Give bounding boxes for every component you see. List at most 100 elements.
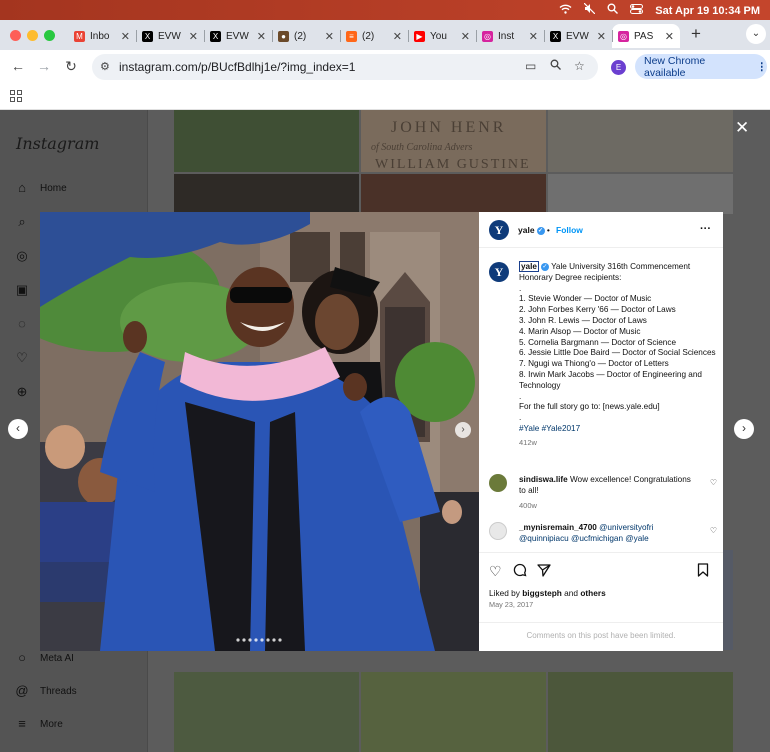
browser-tab[interactable]: ▶ You ✕ — [408, 24, 476, 48]
back-button[interactable]: ← — [9, 58, 27, 74]
macos-menubar: Sat Apr 19 10:34 PM — [0, 0, 770, 20]
grid-thumbnail[interactable]: JOHN HENR of South Carolina Advers WILLIAM… — [361, 110, 546, 172]
tab-search-button[interactable]: ⌄ — [746, 24, 766, 44]
next-post-arrow-icon[interactable]: › — [734, 419, 754, 439]
close-window-button[interactable] — [10, 30, 21, 41]
instagram-icon: ◎ — [482, 30, 493, 42]
new-tab-button[interactable]: + — [686, 24, 706, 44]
site-icon: ● — [278, 30, 289, 42]
like-comment-heart-icon[interactable]: ♡ — [710, 525, 717, 536]
close-tab-icon[interactable]: ✕ — [665, 30, 674, 43]
sidebar-item-meta-ai[interactable]: ○ Meta AI — [14, 650, 74, 666]
install-app-icon[interactable]: ▭ — [525, 59, 536, 73]
post-photo[interactable]: › — [40, 212, 479, 651]
close-tab-icon[interactable]: ✕ — [529, 30, 538, 43]
grid-thumbnail[interactable] — [548, 672, 733, 752]
like-comment-heart-icon[interactable]: ♡ — [710, 477, 717, 488]
sidebar-item-threads[interactable]: @ Threads — [14, 683, 76, 699]
caption-avatar[interactable]: Y — [489, 262, 509, 282]
tab-title: Inst — [498, 30, 515, 42]
close-tab-icon[interactable]: ✕ — [393, 30, 402, 43]
grid-thumbnail[interactable] — [174, 174, 359, 214]
comment-username[interactable]: sindiswa.life — [519, 475, 568, 484]
previous-post-arrow-icon[interactable]: ‹ — [8, 419, 28, 439]
sidebar-item-search[interactable]: ⌕ — [14, 214, 40, 230]
update-chrome-label: New Chrome available — [644, 54, 706, 79]
browser-tab[interactable]: ◎ PAS ✕ — [612, 24, 680, 48]
spotlight-search-icon[interactable] — [607, 3, 619, 18]
commenter-avatar[interactable] — [489, 474, 507, 492]
comment-username[interactable]: _mynisremain_4700 — [519, 523, 597, 532]
separator-dot: • — [546, 225, 550, 235]
close-tab-icon[interactable]: ✕ — [189, 30, 198, 43]
grid-thumbnail[interactable] — [174, 110, 359, 172]
grid-thumbnail[interactable] — [361, 672, 546, 752]
instagram-logo[interactable]: Instagram — [16, 134, 99, 153]
liked-by-user[interactable]: biggsteph — [522, 588, 562, 598]
grid-thumbnail[interactable] — [174, 672, 359, 752]
commenter-avatar[interactable] — [489, 522, 507, 540]
browser-tab[interactable]: X EVW ✕ — [204, 24, 272, 48]
sidebar-item-more[interactable]: ≡ More — [14, 716, 63, 732]
account-avatar[interactable]: Y — [489, 220, 509, 240]
caption-username[interactable]: yale — [519, 261, 539, 272]
sidebar-item-reels[interactable]: ▣ — [14, 282, 40, 298]
save-bookmark-icon[interactable] — [697, 563, 709, 580]
caption-line: . — [519, 413, 522, 423]
tab-title: Inbo — [90, 30, 110, 42]
grid-thumbnail[interactable] — [548, 174, 733, 214]
menubar-clock[interactable]: Sat Apr 19 10:34 PM — [655, 5, 760, 17]
close-tab-icon[interactable]: ✕ — [461, 30, 470, 43]
carousel-next-arrow-icon[interactable]: › — [455, 422, 471, 438]
zoom-window-button[interactable] — [44, 30, 55, 41]
browser-tab[interactable]: X EVW ✕ — [544, 24, 612, 48]
url-text[interactable]: instagram.com/p/BUcfBdlhj1e/?img_index=1 — [119, 60, 355, 74]
update-chrome-button[interactable]: New Chrome available ⋮ — [635, 54, 767, 79]
apps-grid-icon[interactable] — [10, 90, 22, 102]
kebab-menu-icon[interactable]: ⋮ — [757, 61, 768, 73]
minimize-window-button[interactable] — [27, 30, 38, 41]
close-tab-icon[interactable]: ✕ — [597, 30, 606, 43]
forward-button[interactable]: → — [35, 58, 53, 74]
grid-thumbnail[interactable] — [361, 174, 546, 214]
profile-avatar[interactable]: E — [611, 60, 626, 75]
browser-tab[interactable]: ● (2) ✕ — [272, 24, 340, 48]
close-tab-icon[interactable]: ✕ — [121, 30, 130, 43]
close-icon[interactable]: ✕ — [735, 118, 749, 138]
caption-line: 3. John R. Lewis — Doctor of Laws — [519, 315, 647, 325]
caption-hashtags[interactable]: #Yale #Yale2017 — [519, 424, 717, 435]
account-username[interactable]: yale — [518, 225, 535, 235]
caption-line: 6. Jessie Little Doe Baird — Doctor of S… — [519, 348, 716, 358]
sidebar-item-explore[interactable]: ◎ — [14, 248, 40, 264]
sidebar-item-notifications[interactable]: ♡ — [14, 350, 40, 366]
more-options-icon[interactable]: ··· — [700, 223, 711, 235]
account-name[interactable]: yale ✓ • — [518, 225, 550, 235]
bookmark-star-icon[interactable]: ☆ — [574, 59, 585, 73]
browser-tab[interactable]: ◎ Inst ✕ — [476, 24, 544, 48]
window-controls — [10, 30, 55, 41]
browser-tab[interactable]: M Inbo ✕ — [68, 24, 136, 48]
browser-tab[interactable]: ≡ (2) ✕ — [340, 24, 408, 48]
control-center-icon[interactable] — [630, 3, 644, 18]
like-heart-icon[interactable]: ♡ — [489, 563, 502, 580]
sidebar-item-messages[interactable]: ◌ — [14, 316, 40, 332]
comment-bubble-icon[interactable] — [513, 563, 527, 580]
share-send-icon[interactable] — [537, 563, 551, 580]
grid-thumbnail[interactable] — [548, 110, 733, 172]
address-bar[interactable]: ⚙ instagram.com/p/BUcfBdlhj1e/?img_index… — [92, 54, 598, 80]
close-tab-icon[interactable]: ✕ — [257, 30, 266, 43]
follow-button[interactable]: Follow — [556, 225, 583, 235]
close-tab-icon[interactable]: ✕ — [325, 30, 334, 43]
browser-tab[interactable]: X EVW ✕ — [136, 24, 204, 48]
wifi-icon[interactable] — [559, 4, 572, 18]
sidebar-item-create[interactable]: ⊕ — [14, 384, 40, 400]
zoom-icon[interactable] — [550, 59, 561, 73]
threads-icon: @ — [15, 683, 29, 698]
mute-icon[interactable] — [583, 2, 596, 18]
site-info-icon[interactable]: ⚙ — [100, 60, 110, 73]
reload-button[interactable]: ↻ — [62, 58, 80, 75]
caption-age: 412w — [519, 437, 537, 447]
comments-limited-notice: Comments on this post have been limited. — [479, 622, 723, 651]
liked-by-others-link[interactable]: others — [580, 588, 605, 598]
sidebar-item-home[interactable]: ⌂ Home — [14, 180, 67, 196]
